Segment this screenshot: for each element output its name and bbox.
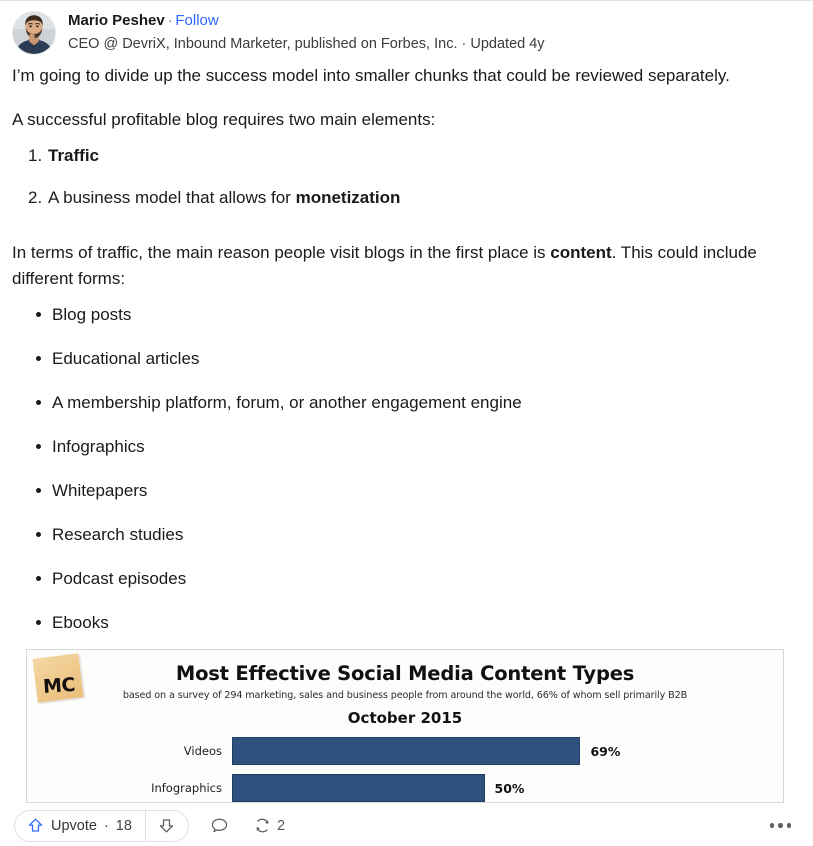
more-horizontal-icon [769,823,774,828]
author-header: Mario Peshev · Follow CEO @ DevriX, Inboun… [0,1,813,57]
embedded-chart-image[interactable]: MC Most Effective Social Media Content T… [26,649,784,803]
answer-paragraph-3-bold: content [550,243,612,262]
upvote-arrow-icon [28,818,43,832]
share-repost-button[interactable]: 2 [250,810,288,842]
chart-title: Most Effective Social Media Content Type… [175,662,635,685]
share-count: 2 [276,817,286,834]
answer-paragraph-3-pre: In terms of traffic, the main reason peo… [12,243,551,262]
list-marker: 1. [28,146,43,165]
list-item-text: A business model that allows for [48,188,296,207]
downvote-arrow-icon [160,819,174,833]
chart-category-label: Infographics [151,781,222,795]
chart-bar-row: Videos 69% [27,736,783,766]
answer-body: I’m going to divide up the success model… [0,57,813,655]
upvote-count: 18 [115,817,132,834]
avatar[interactable] [12,11,56,55]
author-separator: · [167,12,173,28]
chart-bar-value: 69% [590,743,621,759]
chart-bar-row: Infographics 50% [27,773,783,802]
chart-category-label: Videos [183,744,222,758]
author-name-row: Mario Peshev · Follow [68,10,545,31]
marketingcharts-logo-icon: MC [32,653,84,703]
chart-bar-track: 69% [232,737,783,765]
upvote-separator: · [103,817,109,834]
follow-link[interactable]: Follow [175,12,218,29]
chart: MC Most Effective Social Media Content T… [27,650,783,802]
author-name[interactable]: Mario Peshev [68,12,165,29]
list-item-bold: Traffic [48,146,100,165]
list-item: Educational articles [12,347,801,391]
list-item: Podcast episodes [12,567,801,611]
answer-paragraph-2: A successful profitable blog requires tw… [12,109,436,129]
list-item: Whitepapers [12,479,801,523]
logo-text: MC [42,673,76,699]
list-item: Research studies [12,523,801,567]
chart-bar-track: 50% [232,774,783,802]
answer-card: Mario Peshev · Follow CEO @ DevriX, Inboun… [0,0,813,846]
comment-button[interactable] [207,810,232,842]
vote-group: Upvote · 18 [14,809,189,842]
upvote-label: Upvote [51,817,97,834]
downvote-button[interactable] [146,811,188,841]
author-credential: CEO @ DevriX, Inbound Marketer, publishe… [68,36,545,52]
list-item: A membership platform, forum, or another… [12,391,801,435]
bullet-list: Blog posts Educational articles A member… [12,303,801,655]
more-horizontal-icon [778,823,783,828]
chart-bar-value: 50% [494,780,525,796]
list-item-bold: monetization [295,188,401,207]
chart-bar [232,737,581,765]
answer-paragraph-1: I’m going to divide up the success model… [12,66,730,85]
list-item: 2. A business model that allows for monet… [12,186,801,228]
list-item: Infographics [12,435,801,479]
upvote-button[interactable]: Upvote · 18 [15,811,145,841]
list-marker: 2. [28,188,43,207]
author-meta: Mario Peshev · Follow CEO @ DevriX, Inboun… [68,9,545,54]
action-bar: Upvote · 18 2 [0,804,813,846]
numbered-list: 1. Traffic 2. A business model that allows… [12,144,801,228]
list-item: Blog posts [12,303,801,347]
user-avatar-photo-icon [13,12,55,54]
list-item: 1. Traffic [12,144,801,186]
chart-bars: Videos 69% Infographics 50% [27,736,783,802]
chart-subtitle: based on a survey of 294 marketing, sale… [122,690,688,701]
repost-arrows-icon [256,818,269,833]
comment-bubble-icon [211,818,228,833]
answer-paragraph-3: In terms of traffic, the main reason peo… [12,234,801,303]
more-horizontal-icon [786,823,791,828]
chart-bar [232,774,485,802]
chart-date-label: October 2015 [347,709,463,727]
more-options-button[interactable] [766,815,796,836]
